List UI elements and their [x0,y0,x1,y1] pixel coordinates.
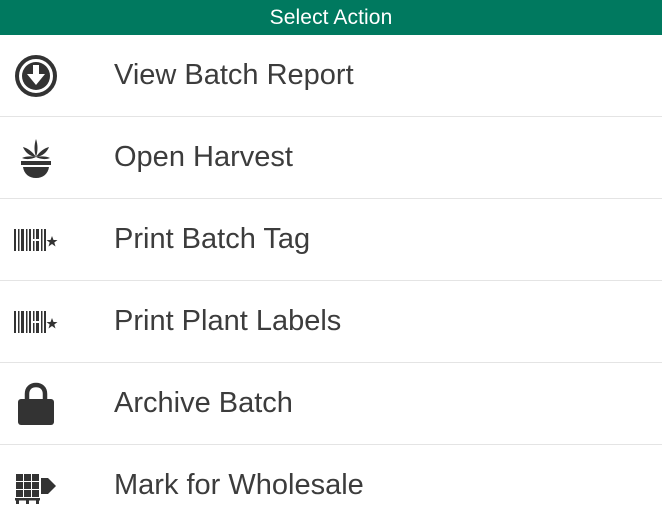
action-view-batch-report[interactable]: View Batch Report [0,35,662,117]
barcode-icon [3,215,69,265]
action-mark-for-wholesale[interactable]: Mark for Wholesale [0,445,662,524]
action-label: Mark for Wholesale [114,469,364,501]
action-archive-batch[interactable]: Archive Batch [0,363,662,445]
action-list: View Batch Report Open Harvest Print Bat… [0,35,662,524]
action-label: View Batch Report [114,59,354,91]
lock-icon [3,379,69,429]
cannabis-pot-icon [3,133,69,183]
action-print-plant-labels[interactable]: Print Plant Labels [0,281,662,363]
action-label: Print Plant Labels [114,305,342,337]
pallet-arrow-icon [3,461,69,511]
action-open-harvest[interactable]: Open Harvest [0,117,662,199]
header-title: Select Action [269,5,393,29]
action-label: Open Harvest [114,141,293,173]
action-label: Print Batch Tag [114,223,311,255]
action-print-batch-tag[interactable]: Print Batch Tag [0,199,662,281]
action-sheet: Select Action View Batch Report Open Har… [0,0,662,524]
action-label: Archive Batch [114,387,293,419]
download-circle-icon [3,51,69,101]
barcode-icon [3,297,69,347]
action-sheet-header: Select Action [0,0,662,35]
